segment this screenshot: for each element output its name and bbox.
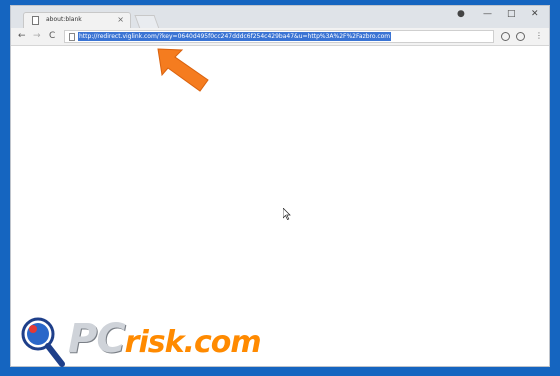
extension-icon[interactable] (516, 32, 525, 41)
address-bar[interactable]: http://redirect.viglink.com/?key=0640d49… (64, 30, 494, 43)
minimize-button[interactable]: — (483, 9, 492, 19)
tab-about-blank[interactable]: about:blank × (23, 12, 131, 28)
url-text[interactable]: http://redirect.viglink.com/?key=0640d49… (78, 32, 392, 41)
reload-icon[interactable]: C (49, 31, 55, 41)
toolbar: ← → C http://redirect.viglink.com/?key=0… (11, 28, 549, 46)
watermark-pc: PC (68, 316, 126, 362)
watermark-risk: risk.com (124, 325, 262, 360)
new-tab-button[interactable] (134, 15, 160, 29)
page-icon (69, 33, 75, 41)
magnifier-icon (21, 317, 65, 367)
watermark-text: PCrisk.com (68, 316, 262, 362)
close-window-button[interactable]: ✕ (531, 9, 539, 19)
tab-title: about:blank (46, 16, 82, 23)
user-icon[interactable]: ● (457, 9, 465, 19)
maximize-button[interactable]: □ (507, 9, 516, 19)
forward-icon[interactable]: → (33, 31, 41, 41)
back-icon[interactable]: ← (18, 31, 26, 41)
pointer-arrow-icon (157, 48, 209, 92)
title-bar: about:blank × ● — □ ✕ (11, 6, 549, 29)
tab-close-icon[interactable]: × (117, 15, 124, 24)
cursor-icon (283, 208, 291, 220)
pcrisk-logo: PCrisk.com (18, 316, 338, 368)
browser-window: about:blank × ● — □ ✕ ← → C http://redir… (10, 5, 550, 367)
menu-icon[interactable]: ⋮ (535, 31, 543, 41)
page-icon (32, 16, 39, 25)
extension-icon[interactable] (501, 32, 510, 41)
